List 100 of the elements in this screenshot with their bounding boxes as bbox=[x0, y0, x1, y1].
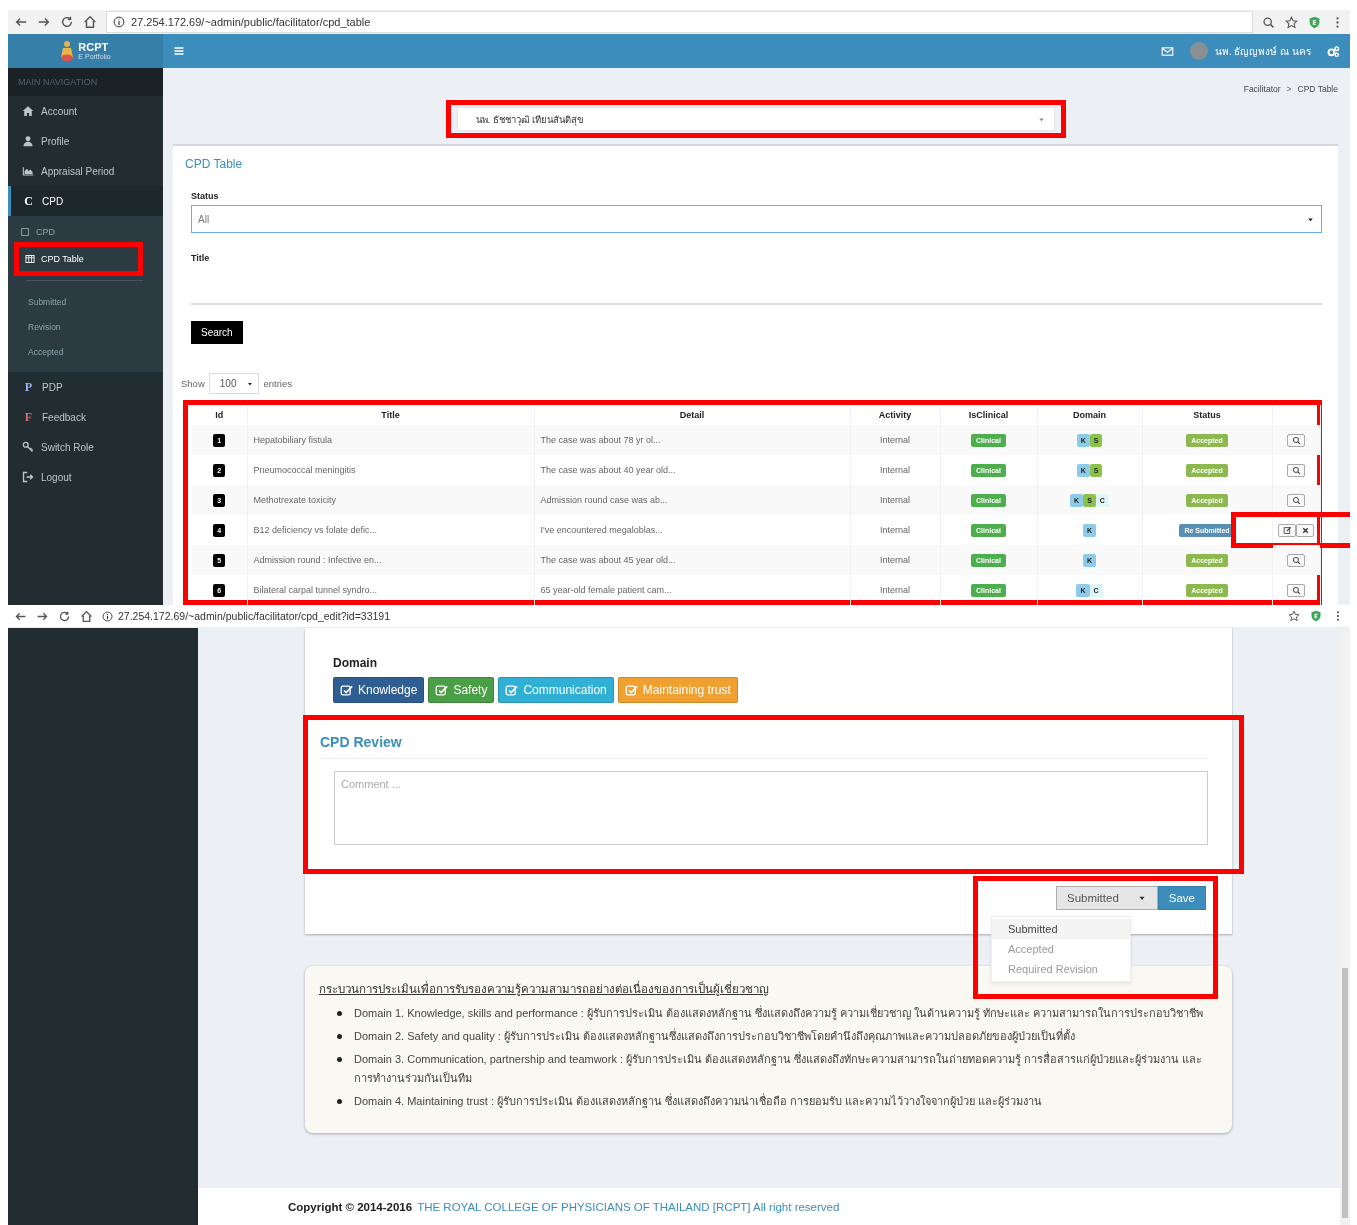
bullet-icon bbox=[337, 1034, 342, 1039]
field-label: Status bbox=[191, 191, 220, 201]
shield-icon[interactable] bbox=[1310, 610, 1322, 622]
user-icon bbox=[22, 135, 34, 147]
sidebar-item[interactable]: P PDP bbox=[8, 372, 163, 402]
submenu-item[interactable]: CPD bbox=[8, 222, 163, 242]
footer-link[interactable]: THE ROYAL COLLEGE OF PHYSICIANS OF THAILAND [RCPT] All right reserved bbox=[417, 1200, 840, 1213]
search-icon bbox=[1291, 495, 1301, 505]
letter-icon: C bbox=[22, 193, 35, 209]
edit-icon bbox=[1282, 525, 1292, 535]
show-label: Show bbox=[181, 378, 205, 389]
search-icon bbox=[1291, 465, 1301, 475]
panel-title: CPD Table bbox=[185, 157, 244, 171]
chart-icon bbox=[22, 165, 34, 177]
view-button[interactable] bbox=[1287, 493, 1305, 507]
sidebar-item[interactable]: Appraisal Period bbox=[8, 156, 163, 186]
submenu-item[interactable]: CPD Table bbox=[14, 242, 143, 276]
letter-icon: F bbox=[22, 409, 35, 425]
guide-item: Domain 1. Knowledge, skills and performance : ผู้รับการประเมิน ต้องแสดงหลักฐาน ซึ่งแสดงถึงความรู้ ความเชี่ยวชาญ ในด้านความรู้ ทักษะและ ความสามารถในการประกอบวิชาชีพ bbox=[354, 1004, 1204, 1022]
field-label: Domain bbox=[333, 656, 378, 670]
logo-icon bbox=[60, 40, 75, 62]
breadcrumb-item[interactable]: Facilitator bbox=[1243, 84, 1281, 94]
logout-icon bbox=[22, 471, 34, 483]
reload-icon[interactable] bbox=[60, 15, 74, 29]
copyright-text: Copyright © 2014-2016 bbox=[288, 1200, 413, 1213]
table-cell: Internal bbox=[850, 545, 940, 575]
guide-item: Domain 2. Safety and quality : ผู้รับการประเมิน ต้องแสดงหลักฐานซึ่งแสดงถึงการประกอบวิชาชีพโดยคำนึงถึงคุณภาพและความปลอดภัยของผู้ป่วยเป็นที่ตั้ง bbox=[354, 1027, 1075, 1045]
table-icon bbox=[25, 254, 35, 264]
sidebar-item[interactable]: Logout bbox=[8, 462, 163, 492]
save-button[interactable]: Save bbox=[1157, 886, 1206, 910]
zoom-icon[interactable] bbox=[1262, 15, 1275, 29]
table-cell: The case was about 45 year old... bbox=[534, 545, 850, 575]
checkbox-icon bbox=[624, 683, 638, 697]
reload-icon[interactable] bbox=[58, 609, 71, 623]
view-button[interactable] bbox=[1287, 583, 1305, 597]
guide-item: Domain 4. Maintaining trust : ผู้รับการประเมิน ต้องแสดงหลักฐาน ซึ่งแสดงถึงความน่าเชื่อถือ การยอมรับ และความไว้วางใจจากผู้ป่วย และผู้ร่วมงาน bbox=[354, 1092, 1043, 1110]
table-cell: Internal bbox=[850, 485, 940, 515]
field-label: Title bbox=[191, 253, 211, 263]
table-cell: Methotrexate toxicity bbox=[247, 485, 534, 515]
info-icon bbox=[113, 16, 125, 28]
breadcrumb-separator: > bbox=[1286, 84, 1292, 94]
search-icon bbox=[1291, 585, 1301, 595]
user-name[interactable]: นพ. ธัญญพงษ์ ณ นคร bbox=[1214, 43, 1311, 59]
submenu-item[interactable]: Revision bbox=[8, 314, 163, 339]
view-button[interactable] bbox=[1287, 553, 1305, 567]
key-icon bbox=[22, 441, 34, 453]
section-title: CPD Review bbox=[320, 734, 1209, 759]
sidebar-item[interactable]: C CPD bbox=[8, 186, 163, 216]
square-icon bbox=[20, 227, 30, 237]
comment-field[interactable]: Comment ... bbox=[334, 771, 1208, 845]
scrollbar[interactable] bbox=[1340, 628, 1350, 1225]
table-cell: The case was about 78 yr ol... bbox=[534, 425, 850, 455]
info-icon bbox=[102, 610, 113, 622]
table-cell: Admission round case was ab... bbox=[534, 485, 850, 515]
entries-select[interactable]: 100 bbox=[208, 373, 260, 394]
letter-icon: P bbox=[22, 379, 35, 395]
mail-icon[interactable] bbox=[1160, 44, 1174, 58]
checkbox-icon bbox=[505, 683, 519, 697]
forward-icon[interactable] bbox=[37, 15, 51, 29]
domain-button[interactable]: Knowledge bbox=[333, 677, 425, 703]
table-cell: Admission round : Infective en... bbox=[247, 545, 534, 575]
checkbox-icon bbox=[435, 683, 449, 697]
brand-name: RCPT bbox=[78, 42, 110, 53]
settings-icon[interactable] bbox=[1327, 44, 1340, 58]
search-icon bbox=[1291, 435, 1301, 445]
guide-heading: กระบวนการประเมินเพื่อการรับรองความรู้ความสามารถอย่างต่อเนื่องของการเป็นผู้เชี่ยวชาญ bbox=[319, 980, 770, 998]
guide-item: Domain 3. Communication, partnership and teamwork : ผู้รับการประเมิน ต้องแสดงหลักฐาน ซึ่งแสดงถึงทักษะความสามารถในถ่ายทอดความรู้ การสื่อสารแก่ผู้ป่วยและผู้ร่วมงาน และการทำงานร่วมกันเป็นทีม bbox=[354, 1050, 1204, 1086]
menu-icon[interactable] bbox=[173, 45, 185, 57]
view-button[interactable] bbox=[1287, 433, 1305, 447]
checkbox-icon bbox=[340, 683, 353, 697]
address-bar[interactable]: 27.254.172.69/~admin/public/facilitator/cpd_table bbox=[106, 11, 1253, 33]
star-icon[interactable] bbox=[1285, 15, 1298, 29]
home-icon bbox=[22, 105, 34, 117]
entries-label: entries bbox=[263, 378, 292, 389]
close-icon bbox=[1300, 525, 1310, 535]
submenu-item[interactable]: Accepted bbox=[8, 339, 163, 364]
sidebar-item[interactable]: Profile bbox=[8, 126, 163, 156]
submenu-item[interactable]: Submitted bbox=[8, 289, 163, 314]
status-select[interactable]: All bbox=[191, 205, 1322, 233]
home-icon[interactable] bbox=[80, 609, 93, 623]
shield-icon[interactable] bbox=[1308, 15, 1321, 29]
back-icon[interactable] bbox=[14, 15, 28, 29]
table-cell: Internal bbox=[850, 425, 940, 455]
edit-button[interactable] bbox=[1278, 523, 1296, 537]
bullet-icon bbox=[337, 1057, 342, 1062]
star-icon[interactable] bbox=[1288, 610, 1300, 622]
search-button[interactable]: Search bbox=[191, 321, 243, 344]
view-button[interactable] bbox=[1287, 463, 1305, 477]
sidebar-item[interactable]: Switch Role bbox=[8, 432, 163, 462]
menu-item[interactable]: Submitted bbox=[992, 919, 1130, 939]
sidebar-item[interactable]: F Feedback bbox=[8, 402, 163, 432]
home-icon[interactable] bbox=[83, 15, 97, 29]
sidebar-item[interactable]: Account bbox=[8, 96, 163, 126]
bullet-icon bbox=[337, 1099, 342, 1104]
table-cell: Hepatobiliary fistula bbox=[247, 425, 534, 455]
search-icon bbox=[1291, 555, 1301, 565]
status-dropdown[interactable]: Submitted bbox=[1056, 886, 1158, 910]
address-bar[interactable]: 27.254.172.69/~admin/public/facilitator/cpd_edit?id=33191 bbox=[102, 610, 1279, 622]
person-select[interactable]: นพ. ธัชชาวุฒิ เทียนสันติสุข bbox=[456, 107, 1055, 131]
delete-button[interactable] bbox=[1296, 523, 1314, 537]
